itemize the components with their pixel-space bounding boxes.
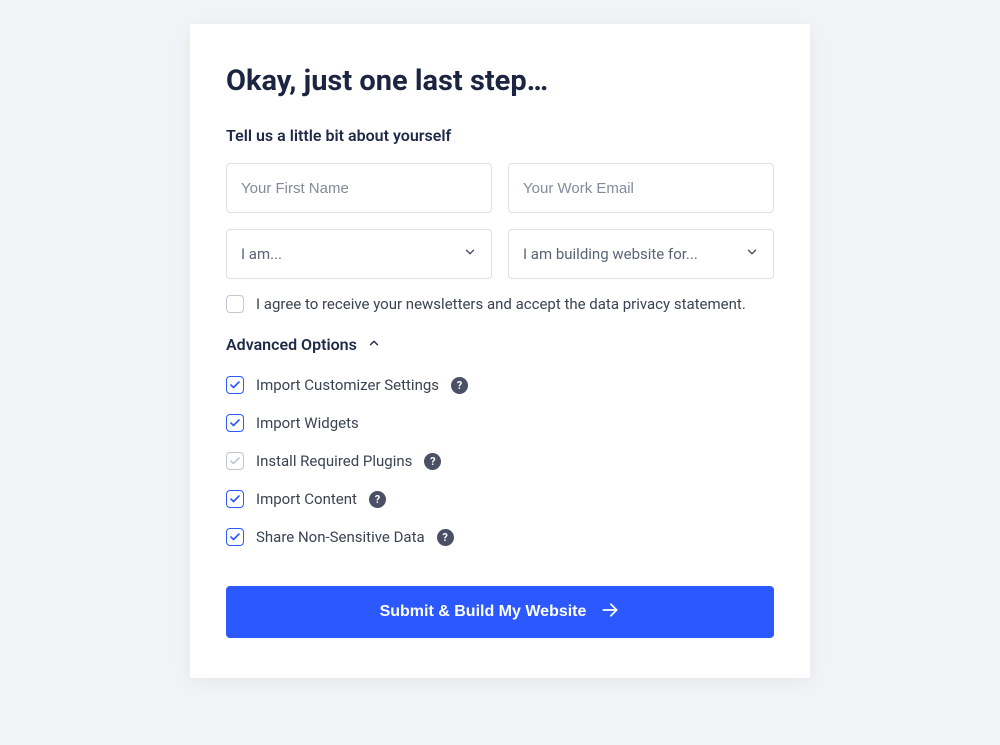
advanced-option-checkbox[interactable] (226, 528, 244, 546)
advanced-option-checkbox (226, 452, 244, 470)
advanced-option-label: Import Customizer Settings (256, 376, 439, 394)
first-name-input[interactable] (226, 163, 492, 213)
consent-checkbox[interactable] (226, 295, 244, 313)
advanced-option-checkbox[interactable] (226, 490, 244, 508)
work-email-input[interactable] (508, 163, 774, 213)
advanced-option-content: Import Content? (226, 490, 774, 508)
role-select-label: I am... (241, 245, 282, 263)
advanced-option-label: Share Non-Sensitive Data (256, 528, 425, 546)
chevron-up-icon (367, 335, 381, 354)
submit-button[interactable]: Submit & Build My Website (226, 586, 774, 638)
advanced-option-widgets: Import Widgets (226, 414, 774, 432)
chevron-down-icon (745, 245, 759, 263)
page-subtitle: Tell us a little bit about yourself (226, 126, 774, 145)
purpose-select[interactable]: I am building website for... (508, 229, 774, 279)
name-email-row (226, 163, 774, 213)
role-select[interactable]: I am... (226, 229, 492, 279)
submit-button-label: Submit & Build My Website (380, 603, 587, 621)
advanced-option-label: Import Content (256, 490, 357, 508)
role-purpose-row: I am... I am building website for... (226, 229, 774, 279)
help-icon[interactable]: ? (437, 529, 454, 546)
advanced-option-plugins: Install Required Plugins? (226, 452, 774, 470)
help-icon[interactable]: ? (369, 491, 386, 508)
advanced-option-label: Import Widgets (256, 414, 359, 432)
advanced-option-label: Install Required Plugins (256, 452, 412, 470)
advanced-options-label: Advanced Options (226, 335, 357, 354)
help-icon[interactable]: ? (424, 453, 441, 470)
consent-label: I agree to receive your newsletters and … (256, 295, 746, 313)
purpose-select-label: I am building website for... (523, 245, 698, 263)
page-title: Okay, just one last step… (226, 64, 774, 98)
advanced-options-toggle[interactable]: Advanced Options (226, 335, 774, 354)
advanced-options-list: Import Customizer Settings? Import Widget… (226, 376, 774, 546)
advanced-option-checkbox[interactable] (226, 414, 244, 432)
advanced-option-checkbox[interactable] (226, 376, 244, 394)
advanced-option-customizer: Import Customizer Settings? (226, 376, 774, 394)
help-icon[interactable]: ? (451, 377, 468, 394)
onboarding-card: Okay, just one last step… Tell us a litt… (190, 24, 810, 678)
advanced-option-share: Share Non-Sensitive Data? (226, 528, 774, 546)
arrow-right-icon (600, 600, 620, 625)
consent-row: I agree to receive your newsletters and … (226, 295, 774, 313)
chevron-down-icon (463, 245, 477, 263)
